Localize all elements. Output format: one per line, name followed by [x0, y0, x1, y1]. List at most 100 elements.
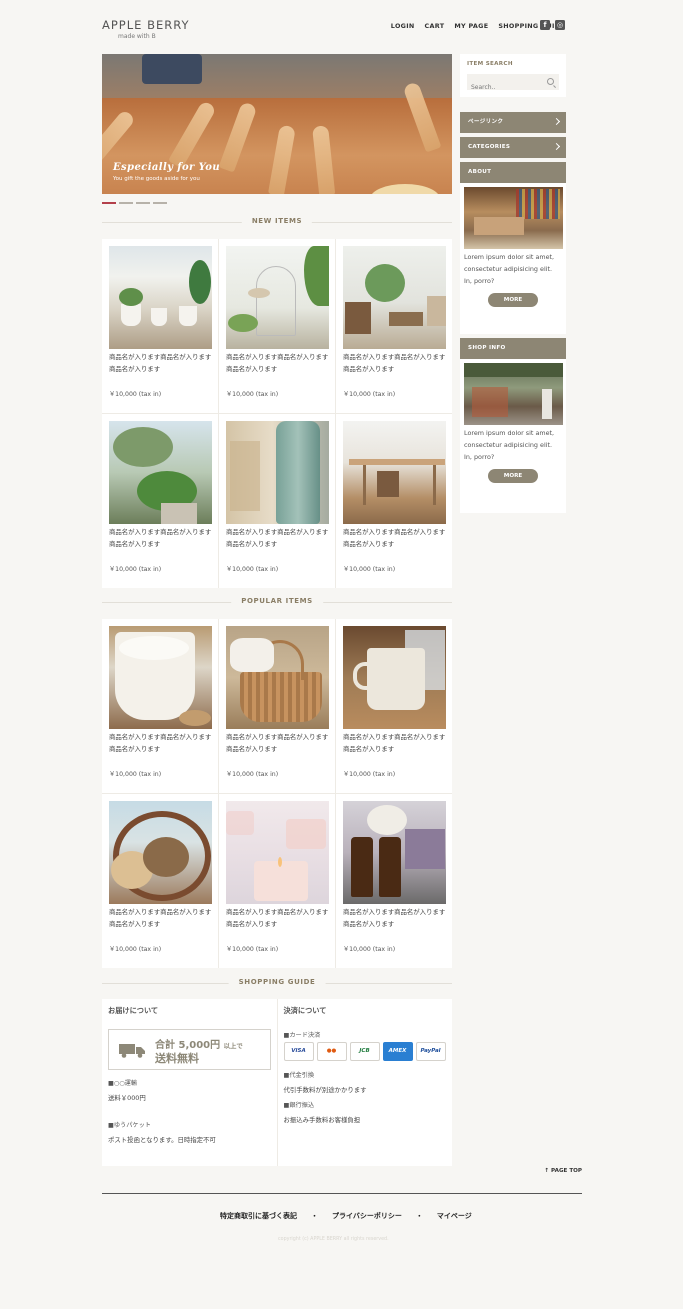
- product-card[interactable]: 商品名が入ります商品名が入ります商品名が入ります ￥10,000 (tax in…: [102, 414, 218, 588]
- social-links: f ◎: [540, 20, 565, 30]
- packet-text: ポスト投函となります。日時指定不可: [108, 1136, 216, 1144]
- chevron-right-icon: [552, 117, 561, 126]
- sidebar: ITEM SEARCH ページリンク CATEGORIES ABOUT Lore…: [460, 54, 566, 513]
- sidebar-item-page-link[interactable]: ページリンク: [460, 112, 566, 133]
- facebook-icon[interactable]: f: [540, 20, 550, 30]
- product-image[interactable]: [226, 421, 329, 524]
- product-image[interactable]: [226, 626, 329, 729]
- nav-login[interactable]: LOGIN: [391, 22, 415, 30]
- footer-separator: ・: [415, 1212, 423, 1220]
- product-image[interactable]: [343, 421, 446, 524]
- shop-info-heading: SHOP INFO: [460, 338, 566, 359]
- product-name[interactable]: 商品名が入ります商品名が入ります商品名が入ります: [226, 732, 332, 755]
- product-card[interactable]: 商品名が入ります商品名が入ります商品名が入ります ￥10,000 (tax in…: [336, 239, 452, 413]
- payment-info: 決済について ■カード決済 VISA ●● JCB AMEX PayPal ■代…: [277, 999, 452, 1166]
- product-card[interactable]: 商品名が入ります商品名が入ります商品名が入ります ￥10,000 (tax in…: [102, 619, 218, 793]
- slider-dot-active[interactable]: [102, 202, 116, 204]
- shop-info-image: [463, 363, 563, 425]
- product-price: ￥10,000 (tax in): [343, 946, 396, 953]
- product-card[interactable]: 商品名が入ります商品名が入ります商品名が入ります ￥10,000 (tax in…: [219, 239, 335, 413]
- footer-link-privacy-policy[interactable]: プライバシーポリシー: [332, 1211, 402, 1221]
- nav-cart[interactable]: CART: [425, 22, 445, 30]
- product-card[interactable]: 商品名が入ります商品名が入ります商品名が入ります ￥10,000 (tax in…: [219, 794, 335, 968]
- product-card[interactable]: 商品名が入ります商品名が入ります商品名が入ります ￥10,000 (tax in…: [336, 414, 452, 588]
- product-image[interactable]: [226, 246, 329, 349]
- visa-icon: VISA: [283, 1042, 314, 1061]
- product-image[interactable]: [343, 246, 446, 349]
- product-price: ￥10,000 (tax in): [226, 566, 279, 573]
- product-price: ￥10,000 (tax in): [343, 566, 396, 573]
- hero-slider[interactable]: Especially for You You gift the goods as…: [102, 54, 452, 194]
- bank-transfer-text: お振込み手数料お客様負担: [283, 1116, 361, 1124]
- logo-text: APPLE BERRY: [102, 18, 190, 32]
- product-image[interactable]: [226, 801, 329, 904]
- about-image: [463, 187, 563, 249]
- shop-info-box: SHOP INFO Lorem ipsum dolor sit amet, co…: [460, 338, 566, 513]
- slider-dot[interactable]: [136, 202, 150, 204]
- site-logo[interactable]: APPLE BERRY made with B: [102, 18, 190, 40]
- product-price: ￥10,000 (tax in): [109, 771, 162, 778]
- page-top-link[interactable]: ↑ PAGE TOP: [544, 1168, 582, 1174]
- product-image[interactable]: [343, 801, 446, 904]
- product-price: ￥10,000 (tax in): [343, 391, 396, 398]
- shipping-carrier-label: ■○○運輸: [108, 1080, 138, 1087]
- product-card[interactable]: 商品名が入ります商品名が入ります商品名が入ります ￥10,000 (tax in…: [102, 239, 218, 413]
- shipping-fee: 送料￥000円: [108, 1094, 146, 1102]
- shop-info-more-button[interactable]: MORE: [488, 469, 538, 483]
- product-name[interactable]: 商品名が入ります商品名が入ります商品名が入ります: [109, 352, 215, 375]
- product-card[interactable]: 商品名が入ります商品名が入ります商品名が入ります ￥10,000 (tax in…: [336, 794, 452, 968]
- product-name[interactable]: 商品名が入ります商品名が入ります商品名が入ります: [226, 527, 332, 550]
- truck-icon: [119, 1044, 145, 1058]
- free-shipping-banner: 合計 5,000円 以上で 送料無料: [108, 1029, 271, 1070]
- nav-my-page[interactable]: MY PAGE: [454, 22, 488, 30]
- slider-dot[interactable]: [153, 202, 167, 204]
- payment-heading: 決済について: [283, 1006, 327, 1015]
- instagram-icon[interactable]: ◎: [555, 20, 565, 30]
- footer-link-my-page[interactable]: マイページ: [437, 1211, 472, 1221]
- product-name[interactable]: 商品名が入ります商品名が入ります商品名が入ります: [109, 732, 215, 755]
- product-name[interactable]: 商品名が入ります商品名が入ります商品名が入ります: [109, 907, 215, 930]
- slider-dots: [102, 202, 167, 204]
- chevron-right-icon: [552, 142, 561, 151]
- shopping-guide: お届けについて 合計 5,000円 以上で 送料無料 ■○○運輸 送料￥000円…: [102, 999, 452, 1166]
- slider-dot[interactable]: [119, 202, 133, 204]
- global-nav: LOGIN CART MY PAGE SHOPPING GUIDE: [391, 22, 565, 30]
- about-heading: ABOUT: [460, 162, 566, 183]
- hero-photo-detail: [142, 54, 202, 84]
- product-card[interactable]: 商品名が入ります商品名が入ります商品名が入ります ￥10,000 (tax in…: [219, 414, 335, 588]
- item-search-label: ITEM SEARCH: [467, 61, 513, 67]
- product-name[interactable]: 商品名が入ります商品名が入ります商品名が入ります: [226, 907, 332, 930]
- about-box: ABOUT Lorem ipsum dolor sit amet, consec…: [460, 162, 566, 334]
- product-price: ￥10,000 (tax in): [226, 946, 279, 953]
- product-image[interactable]: [109, 421, 212, 524]
- footer-nav: 特定商取引に基づく表記 ・ プライバシーポリシー ・ マイページ: [220, 1211, 472, 1221]
- product-name[interactable]: 商品名が入ります商品名が入ります商品名が入ります: [343, 352, 449, 375]
- footer-link-legal-notice[interactable]: 特定商取引に基づく表記: [220, 1211, 297, 1221]
- footer-separator: ・: [311, 1212, 318, 1220]
- product-image[interactable]: [343, 626, 446, 729]
- product-name[interactable]: 商品名が入ります商品名が入ります商品名が入ります: [343, 732, 449, 755]
- product-name[interactable]: 商品名が入ります商品名が入ります商品名が入ります: [343, 907, 449, 930]
- product-name[interactable]: 商品名が入ります商品名が入ります商品名が入ります: [343, 527, 449, 550]
- shopping-guide-heading: SHOPPING GUIDE: [102, 978, 452, 988]
- sidebar-item-categories[interactable]: CATEGORIES: [460, 137, 566, 158]
- product-name[interactable]: 商品名が入ります商品名が入ります商品名が入ります: [226, 352, 332, 375]
- product-name[interactable]: 商品名が入ります商品名が入ります商品名が入ります: [109, 527, 215, 550]
- popular-items-grid: 商品名が入ります商品名が入ります商品名が入ります ￥10,000 (tax in…: [102, 619, 452, 968]
- about-more-button[interactable]: MORE: [488, 293, 538, 307]
- product-image[interactable]: [109, 246, 212, 349]
- product-price: ￥10,000 (tax in): [109, 946, 162, 953]
- product-card[interactable]: 商品名が入ります商品名が入ります商品名が入ります ￥10,000 (tax in…: [102, 794, 218, 968]
- jcb-icon: JCB: [349, 1042, 380, 1061]
- product-image[interactable]: [109, 801, 212, 904]
- packet-label: ■ゆうパケット: [108, 1122, 151, 1129]
- search-input[interactable]: [467, 79, 559, 96]
- search-field: [467, 74, 559, 96]
- product-image[interactable]: [109, 626, 212, 729]
- logo-tagline: made with B: [118, 33, 156, 40]
- product-card[interactable]: 商品名が入ります商品名が入ります商品名が入ります ￥10,000 (tax in…: [219, 619, 335, 793]
- delivery-info: お届けについて 合計 5,000円 以上で 送料無料 ■○○運輸 送料￥000円…: [102, 999, 277, 1166]
- product-price: ￥10,000 (tax in): [226, 771, 279, 778]
- product-card[interactable]: 商品名が入ります商品名が入ります商品名が入ります ￥10,000 (tax in…: [336, 619, 452, 793]
- search-icon[interactable]: [547, 78, 554, 85]
